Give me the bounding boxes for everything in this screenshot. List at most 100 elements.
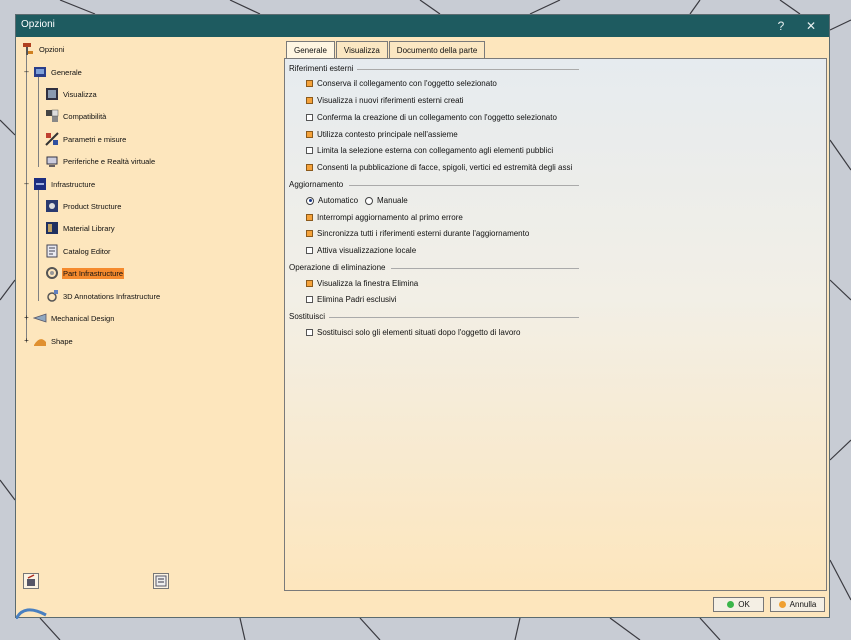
radio-automatic[interactable]: Automatico	[306, 196, 358, 205]
checkbox[interactable]	[306, 296, 313, 303]
cancel-button[interactable]: Annulla	[770, 597, 825, 612]
tree-item-label: 3D Annotations Infrastructure	[63, 291, 161, 301]
checkbox[interactable]	[306, 164, 313, 171]
tree-item-visualizza[interactable]: Visualizza	[45, 85, 98, 103]
option-label: Limita la selezione esterna con collegam…	[317, 146, 554, 155]
option-label: Interrompi aggiornamento al primo errore	[317, 213, 463, 222]
checkbox[interactable]	[306, 131, 313, 138]
tab-documento-parte[interactable]: Documento della parte	[388, 41, 486, 59]
option-main-context[interactable]: Utilizza contesto principale nell'assiem…	[306, 130, 458, 139]
tree-item-shape[interactable]: Shape	[33, 332, 74, 350]
options-tree: Opzioni – Generale Visualizza Compatibil…	[16, 37, 284, 592]
shape-icon	[34, 339, 46, 346]
tree-item-parametri[interactable]: Parametri e misure	[45, 130, 127, 148]
material-library-icon	[46, 222, 58, 234]
expand-toggle[interactable]: –	[23, 180, 30, 188]
option-label: Conserva il collegamento con l'oggetto s…	[317, 79, 497, 88]
tree-tool-button-right[interactable]	[153, 573, 169, 589]
catalog-editor-icon	[46, 244, 58, 258]
checkbox[interactable]	[306, 329, 313, 336]
tree-item-label: Mechanical Design	[51, 313, 115, 323]
expand-toggle[interactable]: +	[23, 337, 30, 345]
tree-item-label: Catalog Editor	[63, 246, 111, 256]
option-label: Visualizza la finestra Elimina	[317, 279, 419, 288]
option-label: Sostituisci solo gli elementi situati do…	[317, 328, 521, 337]
checkbox[interactable]	[306, 114, 313, 121]
tree-item-label: Periferiche e Realtà virtuale	[63, 156, 156, 166]
radio-button[interactable]	[365, 196, 373, 205]
tree-connector	[38, 77, 39, 167]
tab-visualizza[interactable]: Visualizza	[335, 41, 388, 59]
title-bar: Opzioni ? ✕	[16, 15, 829, 37]
tree-root-label: Opzioni	[39, 44, 65, 54]
option-show-new-refs[interactable]: Visualizza i nuovi riferimenti esterni c…	[306, 96, 464, 105]
expand-toggle[interactable]: +	[23, 314, 30, 322]
cancel-icon	[778, 601, 786, 608]
section-title-replace: Sostituisci	[289, 312, 326, 321]
option-label: Consenti la pubblicazione di facce, spig…	[317, 163, 573, 172]
infrastructure-icon	[34, 178, 46, 190]
option-allow-publication[interactable]: Consenti la pubblicazione di facce, spig…	[306, 163, 572, 172]
option-local-display[interactable]: Attiva visualizzazione locale	[306, 246, 416, 255]
expand-toggle[interactable]: –	[23, 68, 30, 76]
corner-logo	[16, 608, 47, 619]
checkbox[interactable]	[306, 280, 313, 287]
section-divider	[391, 268, 579, 269]
parameters-icon	[45, 132, 59, 146]
option-stop-on-error[interactable]: Interrompi aggiornamento al primo errore	[306, 213, 463, 222]
radio-label: Automatico	[318, 196, 359, 205]
option-limit-selection[interactable]: Limita la selezione esterna con collegam…	[306, 146, 553, 155]
option-label: Utilizza contesto principale nell'assiem…	[317, 130, 458, 139]
checkbox[interactable]	[306, 230, 313, 237]
option-label: Sincronizza tutti i riferimenti esterni …	[317, 229, 530, 238]
tree-item-compatibilita[interactable]: Compatibilità	[45, 107, 107, 125]
general-settings-icon	[34, 67, 46, 77]
ok-icon	[727, 601, 735, 608]
part-infrastructure-icon	[46, 267, 58, 279]
option-label: Conferma la creazione di un collegamento…	[317, 113, 557, 122]
option-sync-refs[interactable]: Sincronizza tutti i riferimenti esterni …	[306, 229, 529, 238]
radio-button[interactable]	[306, 196, 314, 205]
ok-button[interactable]: OK	[713, 597, 764, 612]
option-show-delete-window[interactable]: Visualizza la finestra Elimina	[306, 279, 418, 288]
option-replace-after-work-object[interactable]: Sostituisci solo gli elementi situati do…	[306, 328, 520, 337]
tree-item-material-library[interactable]: Material Library	[45, 219, 116, 237]
tree-item-generale[interactable]: Generale	[33, 63, 83, 81]
tree-root[interactable]: Opzioni	[21, 40, 65, 58]
section-title-external-refs: Riferimenti esterni	[289, 64, 354, 73]
checkbox[interactable]	[306, 147, 313, 154]
tree-item-3d-annotations[interactable]: 3D Annotations Infrastructure	[45, 287, 161, 305]
tree-item-label: Compatibilità	[63, 111, 107, 121]
tree-item-label: Shape	[51, 336, 73, 346]
devices-icon	[46, 156, 58, 167]
tree-item-mechanical-design[interactable]: Mechanical Design	[33, 309, 115, 327]
section-divider	[329, 317, 579, 318]
checkbox[interactable]	[306, 247, 313, 254]
checkbox[interactable]	[306, 97, 313, 104]
options-root-icon	[23, 43, 33, 55]
option-delete-parents[interactable]: Elimina Padri esclusivi	[306, 295, 397, 304]
tree-item-infrastructure[interactable]: Infrastructure	[33, 175, 96, 193]
tree-tool-icon	[155, 575, 167, 587]
close-button[interactable]: ✕	[797, 15, 825, 37]
tree-tool-button-left[interactable]	[23, 573, 39, 589]
option-confirm-link[interactable]: Conferma la creazione di un collegamento…	[306, 113, 557, 122]
tree-item-catalog-editor[interactable]: Catalog Editor	[45, 242, 112, 260]
annotations-icon	[47, 290, 58, 302]
help-button[interactable]: ?	[767, 15, 795, 37]
tree-connector	[26, 51, 27, 341]
cancel-label: Annulla	[789, 600, 817, 609]
tree-item-product-structure[interactable]: Product Structure	[45, 197, 122, 215]
compatibility-icon	[46, 109, 59, 122]
product-structure-icon	[46, 200, 58, 212]
tree-item-label: Infrastructure	[51, 179, 96, 189]
tree-item-part-infrastructure[interactable]: Part Infrastructure	[45, 264, 125, 282]
radio-manual[interactable]: Manuale	[365, 196, 408, 205]
tree-item-periferiche[interactable]: Periferiche e Realtà virtuale	[45, 152, 156, 170]
tab-bar: Generale Visualizza Documento della part…	[286, 41, 486, 60]
option-label: Visualizza i nuovi riferimenti esterni c…	[317, 96, 464, 105]
option-keep-link[interactable]: Conserva il collegamento con l'oggetto s…	[306, 79, 497, 88]
tree-tool-icon	[27, 574, 35, 586]
checkbox[interactable]	[306, 80, 313, 87]
checkbox[interactable]	[306, 214, 313, 221]
